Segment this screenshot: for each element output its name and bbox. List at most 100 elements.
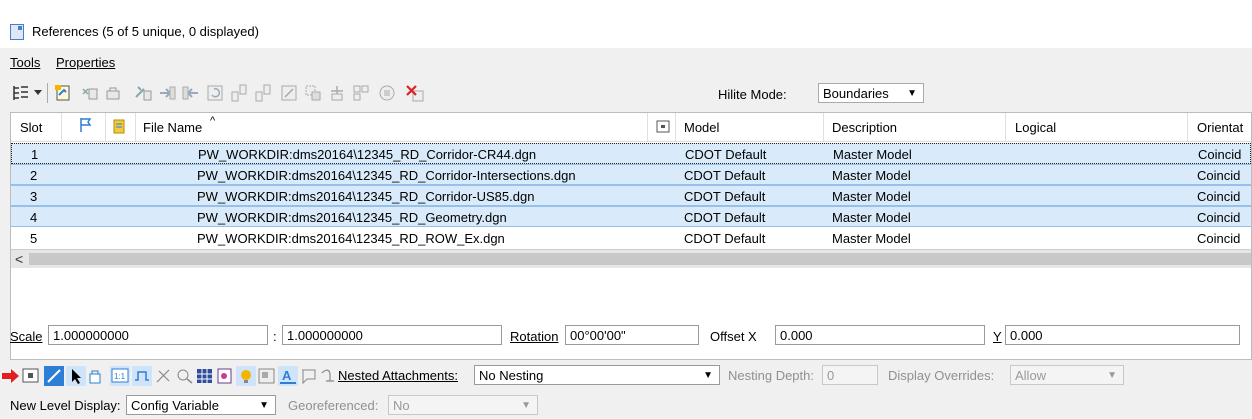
scale-master-field[interactable]: 1.000000000: [48, 325, 268, 345]
clip-delete-icon[interactable]: [350, 82, 372, 104]
nested-attachments-label: Nested Attachments:: [338, 368, 458, 383]
detach-icon[interactable]: [78, 82, 100, 104]
scale-master-value: 1.000000000: [53, 328, 129, 343]
mirror-horizontal-icon[interactable]: [228, 82, 250, 104]
display-raster-icon[interactable]: [216, 368, 234, 387]
scroll-left-icon[interactable]: <: [15, 251, 23, 267]
menu-bar: Tools Properties: [0, 52, 1252, 74]
rotate-icon[interactable]: [204, 82, 226, 104]
new-level-display-text: New Level Display:: [10, 398, 121, 413]
row-file-name: PW_WORKDIR:dms20164\12345_RD_Geometry.dg…: [197, 210, 507, 225]
comment-icon[interactable]: [300, 368, 318, 387]
rotation-label-text: Rotation: [510, 329, 559, 344]
move-icon[interactable]: [156, 82, 178, 104]
menu-properties[interactable]: Properties: [56, 55, 115, 70]
lock-toggle-icon[interactable]: [88, 368, 106, 387]
clip-boundary-icon[interactable]: [302, 82, 324, 104]
list-view-icon[interactable]: [10, 82, 32, 104]
levels-icon[interactable]: [376, 82, 398, 104]
offset-y-field[interactable]: 0.000: [1005, 325, 1240, 345]
toolbar-separator: [47, 83, 48, 103]
treat-as-element-icon[interactable]: [236, 366, 256, 389]
title-bar: References (5 of 5 unique, 0 displayed): [0, 0, 1252, 48]
hilite-mode-select[interactable]: Boundaries ▼: [818, 83, 924, 103]
row-orientation: Coincid: [1197, 210, 1241, 225]
column-logical[interactable]: Logical: [1015, 120, 1056, 135]
reload-icon[interactable]: [102, 82, 124, 104]
georeferenced-select[interactable]: No ▼: [388, 395, 538, 415]
nested-attachments-icon: [320, 368, 338, 387]
scale-label-text: Scale: [10, 329, 43, 344]
menu-tools-label: Tools: [10, 55, 41, 70]
column-description[interactable]: Description: [832, 120, 897, 135]
row-file-name: PW_WORKDIR:dms20164\12345_RD_Corridor-In…: [197, 168, 576, 183]
column-orientation[interactable]: Orientat: [1197, 120, 1243, 135]
list-view-dropdown-icon[interactable]: [32, 82, 44, 104]
raster-icon[interactable]: [196, 368, 214, 387]
table-row[interactable]: 1 PW_WORKDIR:dms20164\12345_RD_Corridor-…: [11, 143, 1251, 164]
scale-icon[interactable]: [278, 82, 300, 104]
remove-icon[interactable]: [404, 82, 426, 104]
references-table: Slot File Name ^ Model Description Logic…: [10, 112, 1252, 360]
rotation-field[interactable]: 00°00'00": [565, 325, 699, 345]
row-file-name: PW_WORKDIR:dms20164\12345_RD_Corridor-US…: [197, 189, 535, 204]
table-row[interactable]: 3 PW_WORKDIR:dms20164\12345_RD_Corridor-…: [11, 185, 1251, 206]
row-file-name: PW_WORKDIR:dms20164\12345_RD_ROW_Ex.dgn: [197, 231, 505, 246]
window-title: References (5 of 5 unique, 0 displayed): [32, 24, 259, 39]
column-divider: [675, 113, 676, 141]
nesting-depth-field[interactable]: 0: [822, 365, 878, 385]
horizontal-scrollbar[interactable]: <: [11, 249, 1251, 268]
table-row[interactable]: 2 PW_WORKDIR:dms20164\12345_RD_Corridor-…: [11, 164, 1251, 185]
locate-toggle-icon[interactable]: [66, 366, 86, 389]
offset-x-field[interactable]: 0.000: [775, 325, 985, 345]
level-display-row: New Level Display: Config Variable ▼ Geo…: [0, 393, 1252, 417]
snap-toggle-icon[interactable]: [44, 366, 64, 389]
nested-attachments-select[interactable]: No Nesting ▼: [474, 365, 720, 385]
clip-mask-icon[interactable]: [326, 82, 348, 104]
table-header: Slot File Name ^ Model Description Logic…: [11, 113, 1251, 142]
display-level-icon[interactable]: [258, 368, 276, 387]
scale-line-styles-icon[interactable]: [132, 366, 152, 389]
scale-label: Scale: [10, 329, 43, 344]
scrollbar-thumb[interactable]: [29, 253, 1251, 265]
scale-reference-field[interactable]: 1.000000000: [282, 325, 502, 345]
chevron-down-icon: ▼: [259, 400, 269, 411]
references-icon: [10, 24, 24, 40]
row-model: CDOT Default: [684, 210, 766, 225]
model-icon[interactable]: [656, 120, 670, 136]
row-orientation: Coincid: [1198, 147, 1242, 162]
sort-ascending-icon: ^: [210, 115, 216, 127]
display-overrides-label: Display Overrides:: [888, 368, 995, 383]
row-description: Master Model: [832, 189, 911, 204]
attachment-toolbar: 1:1 A Nested Attachments: No Nesting ▼ N…: [0, 363, 1252, 389]
true-scale-icon[interactable]: 1:1: [110, 366, 130, 389]
menu-tools[interactable]: Tools: [10, 55, 40, 70]
row-slot: 2: [30, 168, 38, 183]
flag-icon[interactable]: [79, 117, 93, 136]
row-slot: 4: [30, 210, 38, 225]
row-slot: 5: [30, 231, 38, 246]
new-level-display-select[interactable]: Config Variable ▼: [126, 395, 276, 415]
marker-arrow-icon: [2, 368, 22, 387]
copy-icon[interactable]: [180, 82, 202, 104]
column-model[interactable]: Model: [684, 120, 719, 135]
row-orientation: Coincid: [1197, 231, 1241, 246]
view-display-icon[interactable]: [176, 368, 194, 387]
attach-reference-icon[interactable]: [52, 82, 74, 104]
row-description: Master Model: [832, 168, 911, 183]
column-slot[interactable]: Slot: [20, 120, 42, 135]
display-overrides-select[interactable]: Allow ▼: [1010, 365, 1124, 385]
nesting-depth-value: 0: [827, 368, 835, 383]
column-file-name[interactable]: File Name: [143, 120, 202, 135]
file-icon[interactable]: [113, 119, 125, 137]
table-row[interactable]: 4 PW_WORKDIR:dms20164\12345_RD_Geometry.…: [11, 206, 1251, 227]
display-toggle-icon[interactable]: [22, 368, 40, 387]
row-orientation: Coincid: [1197, 168, 1241, 183]
mirror-vertical-icon[interactable]: [252, 82, 274, 104]
table-row[interactable]: 5 PW_WORKDIR:dms20164\12345_RD_ROW_Ex.dg…: [11, 228, 1251, 249]
references-toolbar: Hilite Mode: Boundaries ▼: [0, 78, 1252, 108]
ignore-attachment-icon[interactable]: [155, 368, 173, 387]
text-annotation-icon[interactable]: A: [278, 366, 298, 389]
exchange-icon[interactable]: [132, 82, 154, 104]
column-divider: [1005, 113, 1006, 141]
